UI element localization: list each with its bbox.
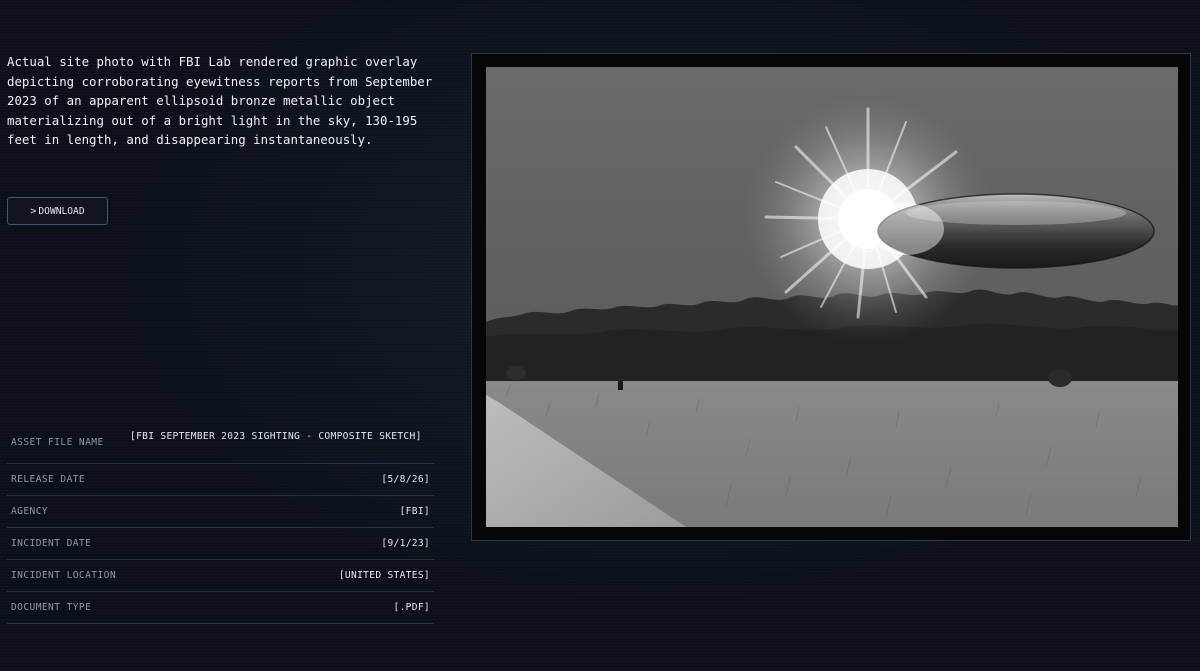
- asset-description: Actual site photo with FBI Lab rendered …: [7, 54, 433, 148]
- metadata-row-asset-file-name: ASSET FILE NAME [FBI SEPTEMBER 2023 SIGH…: [7, 425, 434, 464]
- chevron-right-icon: >: [30, 205, 37, 217]
- composite-sketch-image: [486, 67, 1178, 527]
- metadata-row-agency: AGENCY [FBI]: [7, 496, 434, 528]
- download-button-label: DOWNLOAD: [38, 205, 85, 217]
- metadata-value: [5/8/26]: [381, 474, 430, 485]
- metadata-value: [FBI SEPTEMBER 2023 SIGHTING - COMPOSITE…: [130, 431, 422, 442]
- metadata-value: [.PDF]: [393, 602, 430, 613]
- bush: [506, 366, 526, 380]
- metadata-label: ASSET FILE NAME: [11, 437, 104, 448]
- metadata-row-incident-location: INCIDENT LOCATION [UNITED STATES]: [7, 560, 434, 592]
- image-viewer-frame: [471, 53, 1191, 541]
- download-button[interactable]: > DOWNLOAD: [7, 197, 108, 225]
- bush: [1048, 369, 1072, 387]
- metadata-row-document-type: DOCUMENT TYPE [.PDF]: [7, 592, 434, 624]
- metadata-label: DOCUMENT TYPE: [11, 602, 92, 613]
- metadata-row-incident-date: INCIDENT DATE [9/1/23]: [7, 528, 434, 560]
- metadata-value: [9/1/23]: [381, 538, 430, 549]
- sighting-composite-photo: [486, 67, 1178, 527]
- metadata-value: [UNITED STATES]: [338, 570, 430, 581]
- metadata-label: AGENCY: [11, 506, 49, 517]
- metadata-label: INCIDENT LOCATION: [11, 570, 116, 581]
- metadata-label: RELEASE DATE: [11, 474, 86, 485]
- metadata-value: [FBI]: [399, 506, 430, 517]
- metadata-label: INCIDENT DATE: [11, 538, 92, 549]
- metadata-table: ASSET FILE NAME [FBI SEPTEMBER 2023 SIGH…: [7, 425, 434, 624]
- field-post: [618, 381, 623, 390]
- metadata-row-release-date: RELEASE DATE [5/8/26]: [7, 464, 434, 496]
